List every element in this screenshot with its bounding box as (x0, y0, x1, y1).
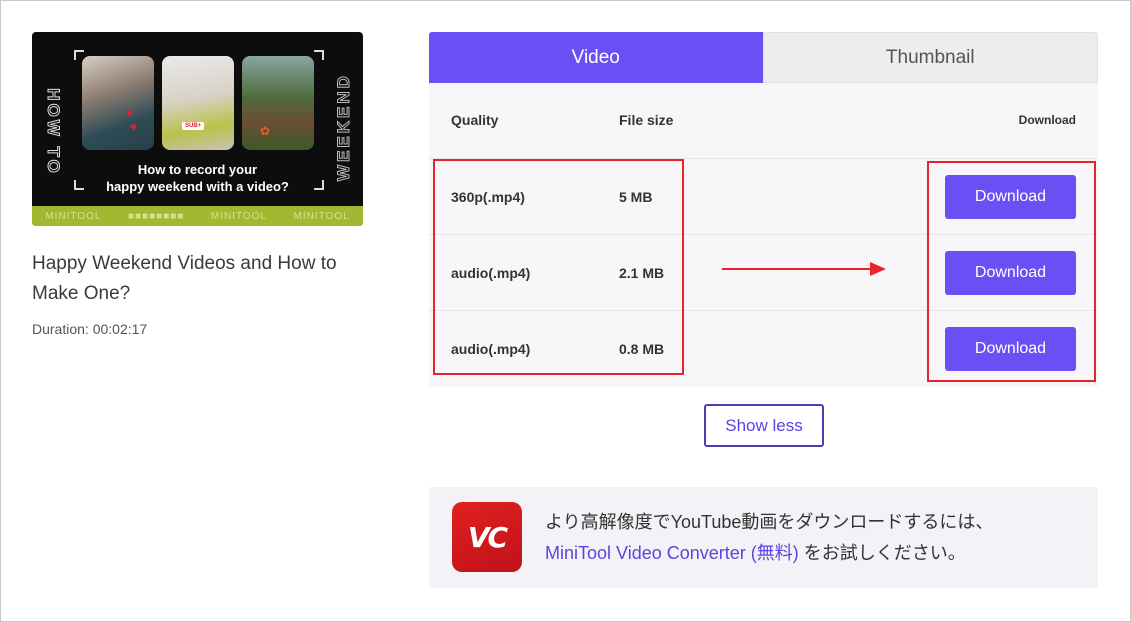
minitool-video-converter-logo-icon[interactable]: VC (452, 502, 522, 572)
thumbnail-strip: MINITOOL ■■■■■■■■ MINITOOL MINITOOL (32, 206, 363, 226)
frame-corner (314, 50, 324, 60)
annotation-box-downloads (927, 161, 1096, 382)
flower-icon: ✿ (260, 124, 271, 138)
heart-icon: ♥ (130, 120, 138, 134)
thumbnail-photo: ♥ ♥ (82, 56, 154, 150)
promo-text: より高解像度でYouTube動画をダウンロードするには、 MiniTool Vi… (545, 507, 1085, 569)
subscribe-badge: SUB+ (182, 122, 205, 130)
show-less-button[interactable]: Show less (704, 404, 824, 447)
annotation-arrow-icon (722, 262, 886, 276)
format-tabs: Video Thumbnail (429, 32, 1098, 83)
tab-thumbnail[interactable]: Thumbnail (762, 32, 1098, 83)
tab-video[interactable]: Video (429, 32, 763, 83)
promo-line: より高解像度でYouTube動画をダウンロードするには、 (545, 512, 994, 532)
table-header: Quality File size Download (429, 83, 1098, 159)
header-download: Download (1018, 113, 1076, 127)
video-duration: Duration: 00:02:17 (32, 321, 148, 337)
thumbnail-side-text-right: WEEKEND (334, 73, 354, 182)
heart-icon: ♥ (126, 106, 134, 120)
promo-banner: VC より高解像度でYouTube動画をダウンロードするには、 MiniTool… (429, 487, 1098, 588)
thumbnail-photo: ✿ (242, 56, 314, 150)
thumbnail-side-text-left: HOW TO (44, 88, 64, 177)
video-title: Happy Weekend Videos and How to Make One… (32, 253, 337, 304)
thumbnail-photo: SUB+ (162, 56, 234, 150)
header-quality: Quality (451, 112, 499, 128)
annotation-box-formats (433, 159, 684, 375)
video-thumbnail[interactable]: HOW TO WEEKEND ♥ ♥ SUB+ ✿ How to record … (32, 32, 363, 226)
promo-link[interactable]: MiniTool Video Converter (無料) (545, 543, 799, 563)
thumbnail-caption: How to record your happy weekend with a … (106, 162, 289, 194)
promo-line: MiniTool Video Converter (無料) をお試しください。 (545, 543, 966, 563)
header-file-size: File size (619, 112, 674, 128)
